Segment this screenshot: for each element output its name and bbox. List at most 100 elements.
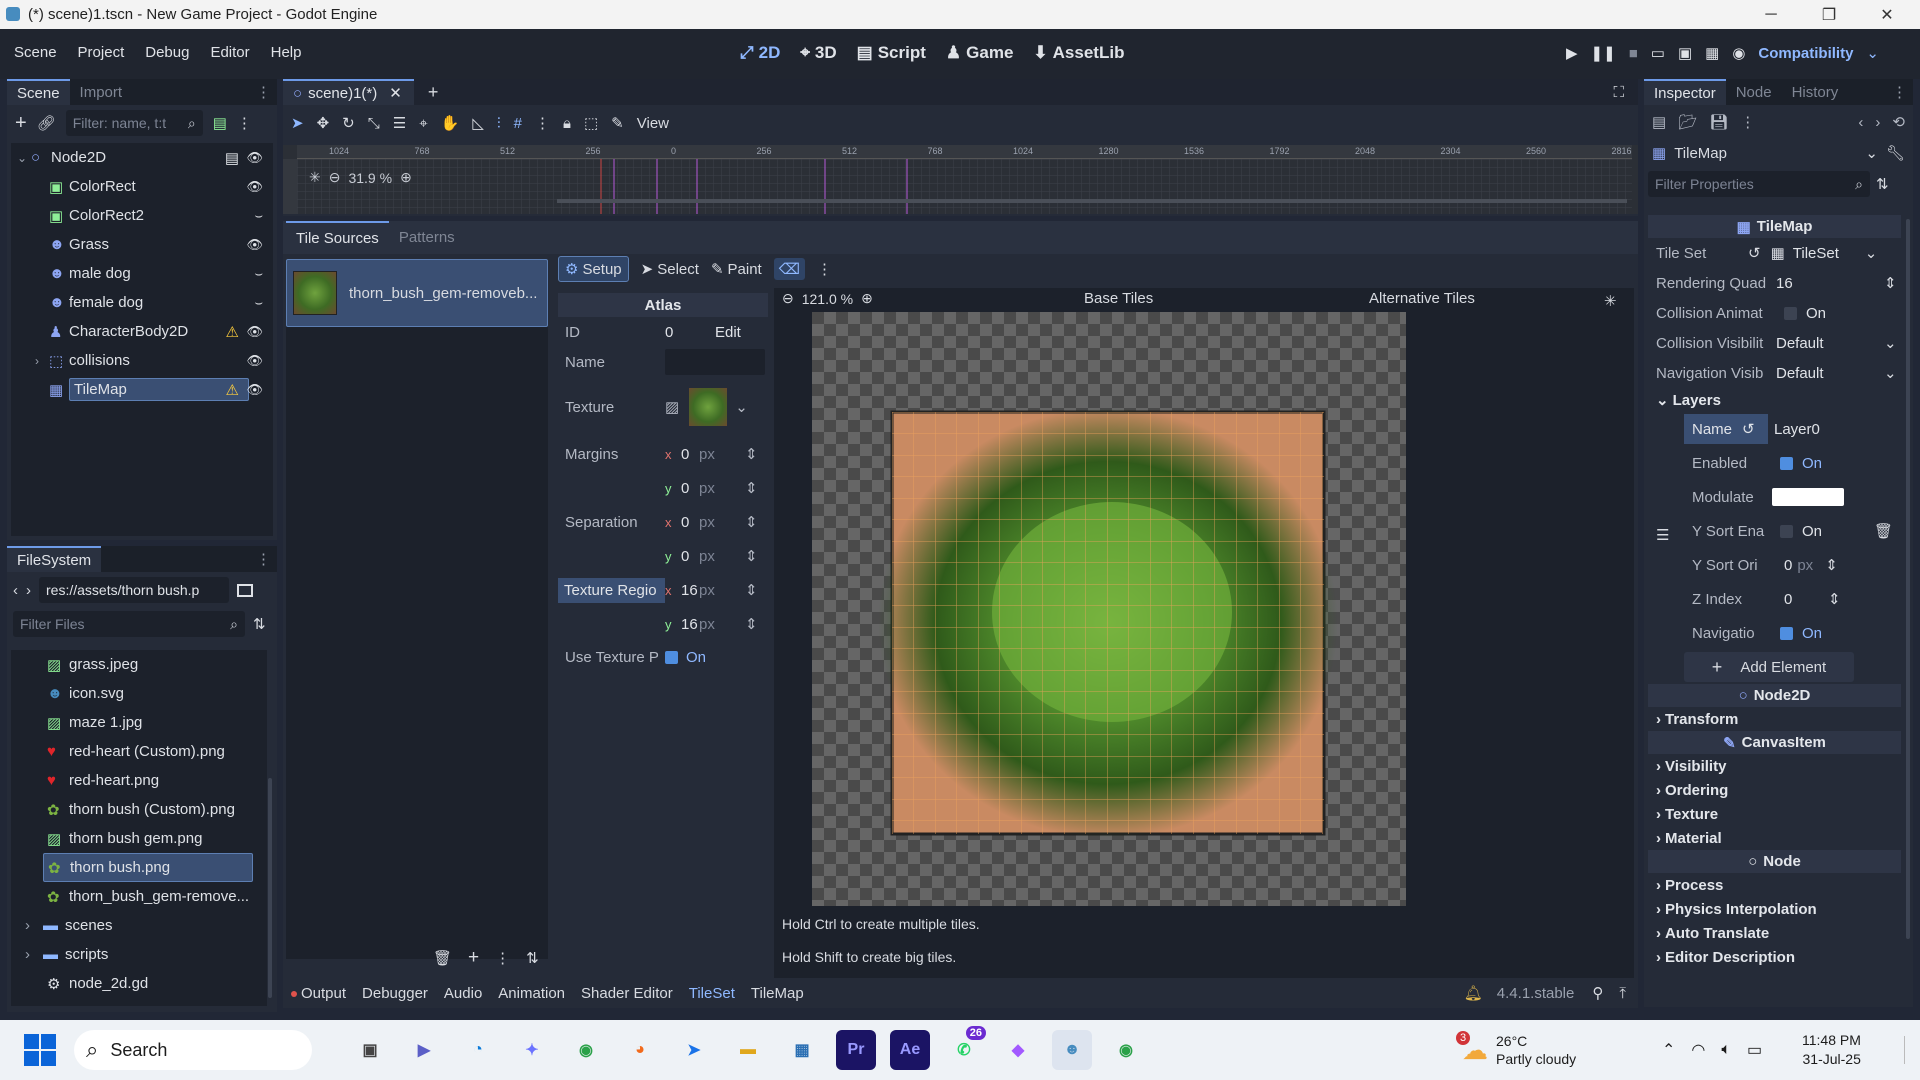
section-editor-description[interactable]: › Editor Description [1648, 945, 1901, 969]
section-material[interactable]: › Material [1648, 826, 1901, 850]
premiere-icon[interactable]: Pr [836, 1030, 876, 1070]
hidden-icon[interactable]: ⌣ [254, 295, 263, 311]
figma-icon[interactable]: ◆ [998, 1030, 1038, 1070]
menu-editor[interactable]: Editor [210, 44, 249, 61]
dock-menu-icon[interactable]: ⋮ [256, 550, 271, 568]
center-view-icon[interactable]: ✳ [309, 169, 321, 186]
new-resource-icon[interactable]: ▤ [1652, 113, 1666, 131]
script-icon[interactable]: ▤ [225, 149, 239, 167]
visibility-icon[interactable]: 👁︎ [246, 179, 263, 195]
section-visibility[interactable]: › Visibility [1648, 754, 1901, 778]
tileset-resource[interactable]: TileSet [1793, 245, 1865, 262]
scene-node-tilemap[interactable]: ▦ TileMap ⚠ 👁︎ [11, 375, 273, 404]
add-node-icon[interactable]: + [15, 112, 27, 135]
source-menu-icon[interactable]: ⋮ [495, 949, 510, 967]
task-view-icon[interactable]: ▣ [350, 1030, 390, 1070]
minimize-button[interactable]: ─ [1742, 0, 1800, 29]
section-physics-interpolation[interactable]: › Physics Interpolation [1648, 897, 1901, 921]
spin-icon[interactable]: ⇕ [1828, 590, 1841, 608]
windows-start-icon[interactable] [24, 1034, 56, 1066]
new-tab-icon[interactable]: + [428, 82, 439, 103]
ruler-mode-icon[interactable]: ◺ [472, 114, 484, 132]
weather-widget[interactable]: ☁ 3 26°C Partly cloudy [1456, 1030, 1576, 1068]
dock-menu-icon[interactable]: ⋮ [256, 83, 271, 101]
chevron-right-icon[interactable]: › [25, 917, 43, 934]
bottom-tab-tilemap[interactable]: TileMap [751, 985, 804, 1002]
object-selector[interactable]: TileMap [1674, 145, 1857, 162]
distraction-free-icon[interactable]: ⛶ [1613, 84, 1624, 101]
tools-menu-icon[interactable]: ⋮ [817, 260, 832, 278]
use-texture-padding-checkbox[interactable] [665, 650, 678, 664]
section-texture[interactable]: › Texture [1648, 802, 1901, 826]
play-custom-icon[interactable]: ▦ [1705, 44, 1719, 62]
visibility-icon[interactable]: 👁︎ [246, 353, 263, 369]
move-mode-icon[interactable]: ✥ [317, 114, 330, 132]
file-explorer-icon[interactable]: ▬ [728, 1030, 768, 1070]
sort-icon[interactable]: ⇅ [526, 949, 539, 967]
visibility-icon[interactable]: 👁︎ [246, 237, 263, 253]
file-item[interactable]: ✿ thorn bush (Custom).png [11, 795, 267, 824]
edit-id-button[interactable]: Edit [715, 324, 741, 341]
chevron-up-icon[interactable]: ⌃ [1662, 1040, 1675, 1060]
region-x-field[interactable]: 16 [681, 582, 698, 599]
navigation-visibility-select[interactable]: Default [1776, 365, 1884, 382]
back-icon[interactable]: ‹ [1858, 114, 1863, 131]
workspace-2d[interactable]: ⤢ 2D [740, 43, 780, 63]
file-item[interactable]: ✿ thorn bush.png [43, 853, 253, 882]
hidden-icon[interactable]: ⌣ [254, 266, 263, 282]
spin-icon[interactable]: ⇕ [745, 581, 758, 599]
volume-icon[interactable]: 🔈︎ [1721, 1041, 1731, 1059]
id-field[interactable]: 0 [665, 324, 715, 341]
folder-item[interactable]: › ▬ scripts [11, 940, 267, 969]
chevron-down-icon[interactable]: ⌄ [1865, 144, 1878, 162]
edge-icon[interactable]: ◔ [458, 1030, 498, 1070]
version-label[interactable]: 4.4.1.stable [1497, 985, 1575, 1002]
movie-maker-icon[interactable]: ◉ [1732, 44, 1745, 62]
file-item[interactable]: ♥ red-heart.png [11, 766, 267, 795]
workspace-3d[interactable]: ⌖ 3D [800, 43, 836, 63]
hidden-icon[interactable]: ⌣ [254, 208, 263, 224]
open-folder-icon[interactable]: 📂︎ [1678, 113, 1697, 131]
visibility-icon[interactable]: 👁︎ [246, 324, 263, 340]
trash-icon[interactable]: 🗑︎ [433, 949, 452, 967]
menu-debug[interactable]: Debug [145, 44, 189, 61]
viewport-zoom[interactable]: 31.9 % [348, 170, 392, 186]
section-auto-translate[interactable]: › Auto Translate [1648, 921, 1901, 945]
revert-icon[interactable]: ↺ [1742, 420, 1755, 438]
spin-icon[interactable]: ⇕ [745, 479, 758, 497]
bottom-tab-output[interactable]: Output [291, 985, 346, 1002]
collision-visibility-select[interactable]: Default [1776, 335, 1884, 352]
property-filter-input[interactable]: Filter Properties ⌕ [1648, 171, 1870, 197]
renderer-select[interactable]: Compatibility [1758, 45, 1853, 62]
tab-history[interactable]: History [1782, 79, 1849, 105]
spin-icon[interactable]: ⇕ [745, 445, 758, 463]
maximize-button[interactable]: ❐ [1800, 0, 1858, 29]
bottom-tab-shader-editor[interactable]: Shader Editor [581, 985, 673, 1002]
pin-icon[interactable]: ⚲ [1592, 984, 1603, 1002]
back-icon[interactable]: ‹ [13, 582, 18, 599]
chevron-right-icon[interactable]: › [25, 946, 43, 963]
section-process[interactable]: › Process [1648, 873, 1901, 897]
scene-menu-icon[interactable]: ⋮ [237, 114, 252, 132]
send-icon[interactable]: ➤ [674, 1030, 714, 1070]
grid-snap-icon[interactable]: # [514, 115, 522, 132]
scene-node-colorrect2[interactable]: ▣ ColorRect2 ⌣ [11, 201, 273, 230]
expand-panel-icon[interactable]: ⤒ [1619, 985, 1626, 1002]
forward-icon[interactable]: › [1875, 114, 1880, 131]
chevron-down-icon[interactable]: ⌄ [1884, 334, 1897, 352]
wifi-icon[interactable]: ◠ [1691, 1040, 1705, 1060]
pivot-icon[interactable]: ⌖ [419, 115, 427, 132]
add-script-icon[interactable]: ▤ [213, 114, 227, 132]
show-desktop-button[interactable] [1904, 1036, 1916, 1064]
tab-tile-sources[interactable]: Tile Sources [286, 221, 389, 254]
add-source-icon[interactable]: + [468, 947, 479, 969]
region-y-field[interactable]: 16 [681, 616, 698, 633]
menu-scene[interactable]: Scene [14, 44, 57, 61]
paint-mode-button[interactable]: ✎ Paint [711, 260, 762, 279]
bone-icon[interactable]: ✎ [611, 114, 624, 132]
layer-name-field[interactable]: Layer0 [1774, 421, 1820, 438]
center-view-icon[interactable]: ✳ [1604, 292, 1617, 310]
rotate-mode-icon[interactable]: ↻ [342, 114, 355, 132]
tools-icon[interactable]: 🔧︎ [1886, 144, 1905, 162]
transform-section[interactable]: › Transform [1648, 707, 1901, 731]
